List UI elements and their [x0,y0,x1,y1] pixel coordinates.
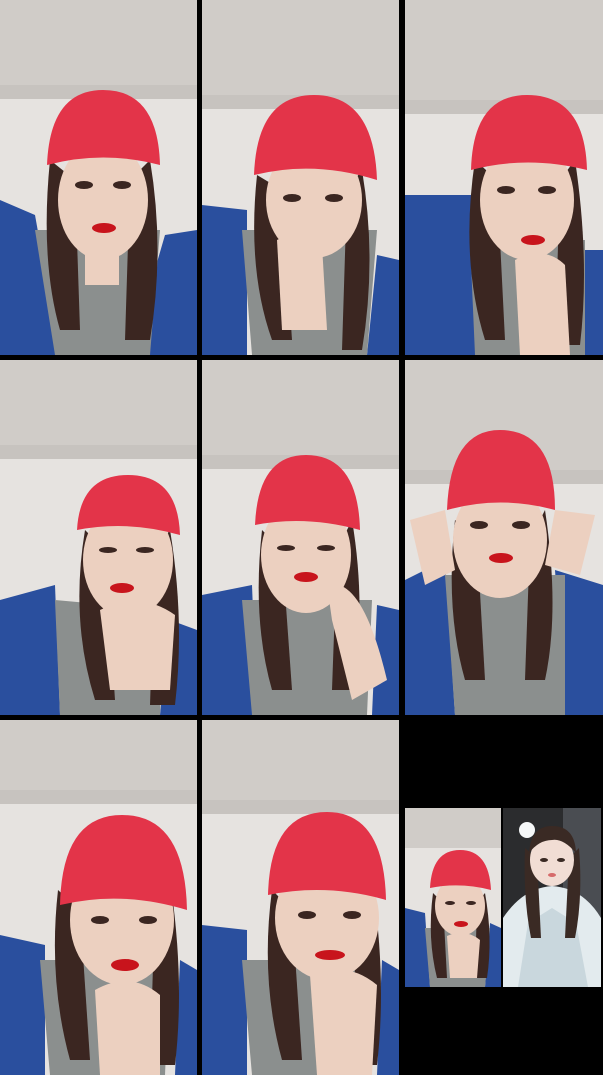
video-tile-2[interactable] [202,0,399,355]
video-tile-8[interactable] [202,720,399,1075]
video-grid [0,0,603,1075]
video-tile-6[interactable] [405,360,603,715]
selfie-frame-image [0,360,197,715]
pip-selfie-tile[interactable] [405,808,501,987]
video-tile-3[interactable] [405,0,603,355]
selfie-frame-image [0,720,197,1075]
video-tile-4[interactable] [0,360,197,715]
video-tile-7[interactable] [0,720,197,1075]
pip-selfie-image [405,808,501,987]
selfie-frame-image [202,360,399,715]
pip-guest-tile[interactable] [503,808,601,987]
selfie-frame-image [0,0,197,355]
selfie-frame-image [405,0,603,355]
video-tile-1[interactable] [0,0,197,355]
selfie-frame-image [405,360,603,715]
selfie-frame-image [202,0,399,355]
selfie-frame-image [202,720,399,1075]
video-tile-5[interactable] [202,360,399,715]
pip-guest-image [503,808,601,987]
